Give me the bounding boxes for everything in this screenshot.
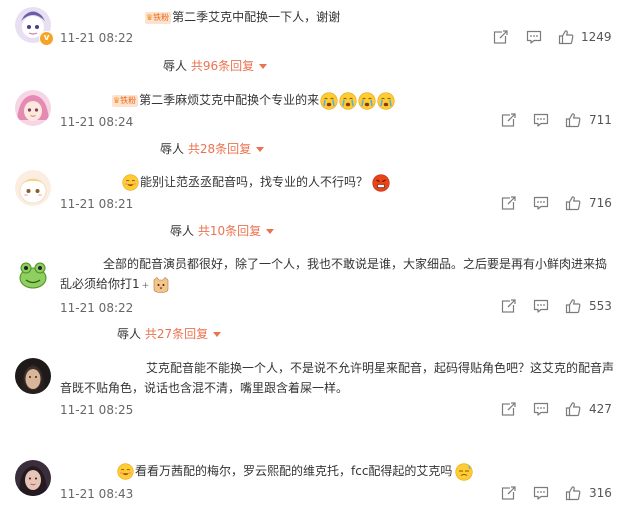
comment-body: 看看万茜配的梅尔，罗云熙配的维克托，fcc配得起的艾克吗 bbox=[135, 464, 453, 478]
comment-icon[interactable] bbox=[533, 298, 549, 314]
sweat-emoji-icon bbox=[455, 463, 473, 481]
comment-body-line1: 全部的配音演员都很好，除了一个人，我也不敢说是谁，大家细品。之后要是再有小鲜肉进… bbox=[103, 257, 608, 271]
avatar[interactable] bbox=[15, 256, 51, 292]
crying-emoji-icon bbox=[358, 92, 376, 110]
crying-emoji-icon bbox=[377, 92, 395, 110]
chevron-down-icon bbox=[259, 64, 268, 69]
reply-summary[interactable]: 辱人 共10条回复 bbox=[170, 223, 275, 239]
comment-body-line2: 音既不贴角色，说话也含混不清，嘴里跟含着屎一样。 bbox=[60, 381, 349, 395]
comment-text: 乱必须给你打1 + bbox=[60, 274, 170, 296]
share-icon[interactable] bbox=[493, 29, 509, 45]
chevron-down-icon bbox=[266, 229, 275, 234]
verified-badge-icon: v bbox=[39, 31, 54, 46]
thumbs-up-icon[interactable] bbox=[565, 195, 581, 211]
comment-actions: 427 bbox=[501, 401, 615, 419]
comment-body-line1: 艾克配音能不能换一个人，不是说不允许明星来配音，起码得贴角色吧？这艾克的配音声 bbox=[146, 361, 615, 375]
crying-emoji-icon bbox=[320, 92, 338, 110]
comment-icon[interactable] bbox=[526, 29, 542, 45]
reply-count: 共28条回复 bbox=[187, 142, 252, 156]
comment-item: 全部的配音演员都很好，除了一个人，我也不敢说是谁，大家细品。之后要是再有小鲜肉进… bbox=[0, 246, 629, 342]
comment-item: ♛铁粉 第二季麻烦艾克中配换个专业的来 11-21 08:24 711 辱人 共2… bbox=[0, 86, 629, 166]
comment-body: 第二季艾克中配换一下人，谢谢 bbox=[172, 10, 341, 24]
thumbs-up-icon[interactable] bbox=[565, 401, 581, 417]
comment-text: 能别让范丞丞配音吗，找专业的人不行吗？ bbox=[122, 172, 390, 192]
comment-actions: 711 bbox=[501, 112, 615, 130]
comment-text: 艾克配音能不能换一个人，不是说不允许明星来配音，起码得贴角色吧？这艾克的配音声 bbox=[146, 358, 614, 378]
avatar[interactable] bbox=[15, 460, 51, 496]
comment-time: 11-21 08:24 bbox=[60, 115, 134, 129]
comment-item: v ♛铁粉 第二季艾克中配换一下人，谢谢 11-21 08:22 1249 辱人 … bbox=[0, 0, 629, 86]
comment-actions: 716 bbox=[501, 195, 615, 213]
cat-emoji-icon bbox=[152, 276, 170, 294]
like-count: 553 bbox=[589, 299, 612, 313]
share-icon[interactable] bbox=[501, 195, 517, 211]
like-count: 1249 bbox=[581, 30, 612, 44]
avatar[interactable] bbox=[15, 90, 51, 126]
giggle-emoji-icon bbox=[122, 174, 139, 191]
comment-item: 艾克配音能不能换一个人，不是说不允许明星来配音，起码得贴角色吧？这艾克的配音声 … bbox=[0, 350, 629, 446]
avatar[interactable] bbox=[15, 358, 51, 394]
thumbs-up-icon[interactable] bbox=[565, 298, 581, 314]
comment-icon[interactable] bbox=[533, 401, 549, 417]
chevron-down-icon bbox=[213, 332, 222, 337]
fan-tag: ♛铁粉 bbox=[145, 11, 172, 24]
comment-body: 第二季麻烦艾克中配换个专业的来 bbox=[139, 93, 320, 107]
like-count: 716 bbox=[589, 196, 612, 210]
avatar[interactable] bbox=[15, 170, 51, 206]
comment-body-line2: 乱必须给你打1 bbox=[60, 277, 140, 291]
share-icon[interactable] bbox=[501, 298, 517, 314]
fan-tag: ♛铁粉 bbox=[112, 94, 139, 107]
comment-icon[interactable] bbox=[533, 195, 549, 211]
comment-text: 看看万茜配的梅尔，罗云熙配的维克托，fcc配得起的艾克吗 bbox=[117, 461, 473, 481]
comment-text: 全部的配音演员都很好，除了一个人，我也不敢说是谁，大家细品。之后要是再有小鲜肉进… bbox=[103, 254, 607, 274]
comment-body: 能别让范丞丞配音吗，找专业的人不行吗？ bbox=[140, 175, 369, 189]
thumbs-up-icon[interactable] bbox=[565, 112, 581, 128]
comment-time: 11-21 08:21 bbox=[60, 197, 134, 211]
comment-time: 11-21 08:43 bbox=[60, 487, 134, 501]
reply-user: 辱人 bbox=[117, 327, 142, 341]
comment-actions: 1249 bbox=[493, 29, 615, 47]
comment-text: ♛铁粉 第二季麻烦艾克中配换个专业的来 bbox=[112, 90, 395, 110]
giggle-emoji-icon bbox=[117, 463, 134, 480]
comment-item: 看看万茜配的梅尔，罗云熙配的维克托，fcc配得起的艾克吗 11-21 08:43… bbox=[0, 450, 629, 508]
comment-text: ♛铁粉 第二季艾克中配换一下人，谢谢 bbox=[145, 7, 340, 27]
comment-actions: 316 bbox=[501, 485, 615, 503]
reply-summary[interactable]: 辱人 共28条回复 bbox=[160, 141, 265, 157]
comment-icon[interactable] bbox=[533, 112, 549, 128]
reply-summary[interactable]: 辱人 共96条回复 bbox=[163, 58, 268, 74]
reply-user: 辱人 bbox=[163, 59, 188, 73]
share-icon[interactable] bbox=[501, 485, 517, 501]
reply-user: 辱人 bbox=[160, 142, 185, 156]
comment-item: 能别让范丞丞配音吗，找专业的人不行吗？ 11-21 08:21 716 辱人 共… bbox=[0, 166, 629, 246]
reply-user: 辱人 bbox=[170, 224, 195, 238]
thumbs-up-icon[interactable] bbox=[565, 485, 581, 501]
reply-count: 共27条回复 bbox=[144, 327, 209, 341]
like-count: 427 bbox=[589, 402, 612, 416]
share-icon[interactable] bbox=[501, 401, 517, 417]
comment-time: 11-21 08:22 bbox=[60, 31, 134, 45]
comment-time: 11-21 08:25 bbox=[60, 403, 134, 417]
crying-emoji-icon bbox=[339, 92, 357, 110]
reply-count: 共96条回复 bbox=[190, 59, 255, 73]
reply-summary[interactable]: 辱人 共27条回复 bbox=[117, 326, 222, 342]
thumbs-up-icon[interactable] bbox=[558, 29, 574, 45]
comment-time: 11-21 08:22 bbox=[60, 301, 134, 315]
chevron-down-icon bbox=[256, 147, 265, 152]
comment-actions: 553 bbox=[501, 298, 615, 316]
like-count: 316 bbox=[589, 486, 612, 500]
reply-count: 共10条回复 bbox=[197, 224, 262, 238]
comment-icon[interactable] bbox=[533, 485, 549, 501]
share-icon[interactable] bbox=[501, 112, 517, 128]
comment-text: 音既不贴角色，说话也含混不清，嘴里跟含着屎一样。 bbox=[60, 378, 348, 398]
like-count: 711 bbox=[589, 113, 612, 127]
angry-emoji-icon bbox=[372, 174, 390, 192]
